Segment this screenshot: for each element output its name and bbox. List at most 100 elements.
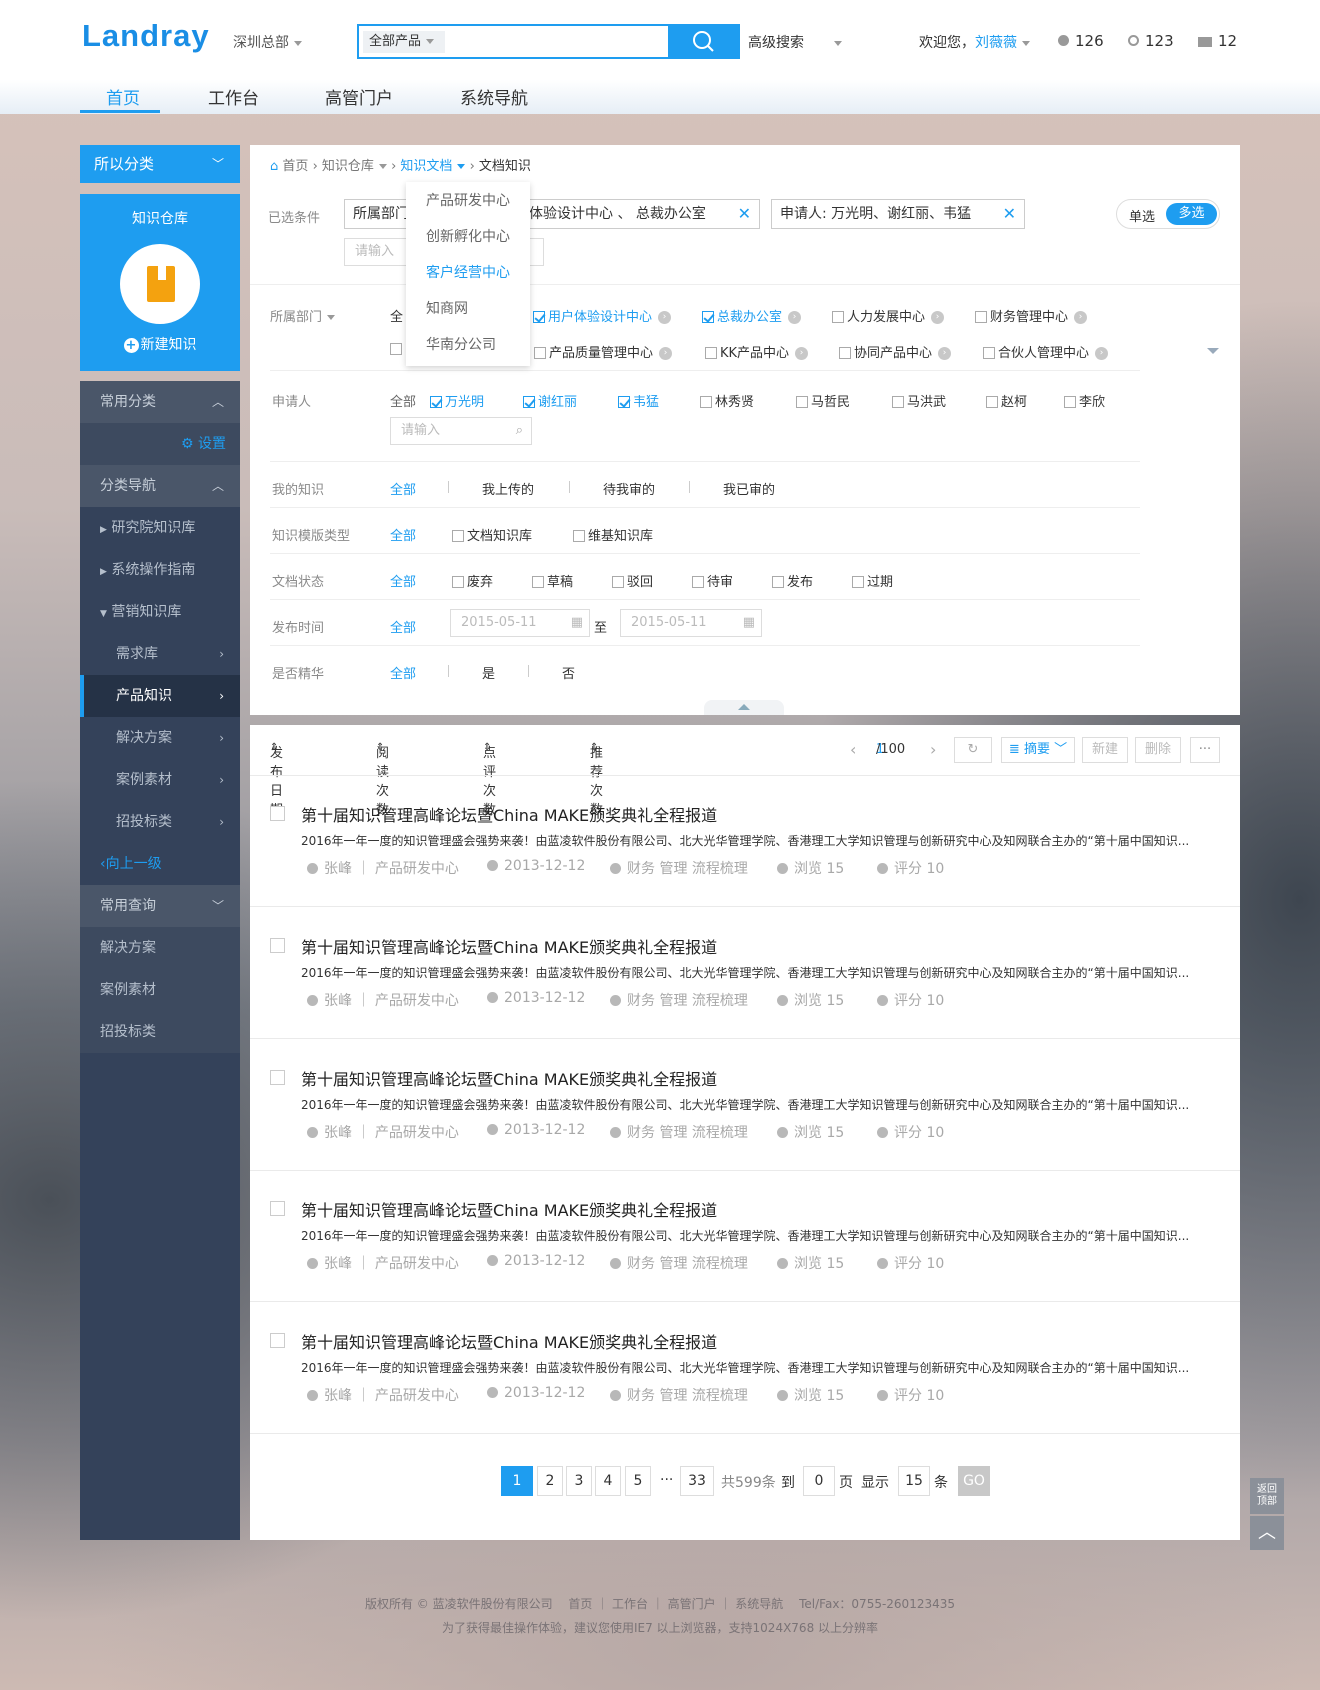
dropdown-item-active[interactable]: 客户经营中心 bbox=[426, 262, 510, 282]
multi-select-option[interactable]: 多选 bbox=[1166, 203, 1217, 225]
time-all[interactable]: 全部 bbox=[390, 617, 416, 636]
advanced-search-link[interactable]: 高级搜索 bbox=[748, 32, 842, 52]
tags-value[interactable]: 财务 管理 流程梳理 bbox=[627, 1125, 748, 1141]
category-dropdown[interactable]: 所以分类 ﹀ bbox=[80, 145, 240, 183]
checkbox[interactable] bbox=[700, 395, 712, 408]
search-input[interactable] bbox=[451, 28, 661, 55]
author-name[interactable]: 张峰 bbox=[324, 1256, 352, 1272]
prev-page-icon[interactable]: ‹ bbox=[850, 740, 856, 759]
chevron-down-icon[interactable] bbox=[1022, 40, 1030, 46]
applicant-all[interactable]: 全部 bbox=[390, 391, 416, 410]
checkbox[interactable] bbox=[612, 575, 624, 588]
page-button[interactable]: 1 bbox=[501, 1466, 533, 1496]
page-button[interactable]: 2 bbox=[537, 1466, 563, 1496]
mine-reviewed[interactable]: 我已审的 bbox=[723, 479, 775, 498]
dept-option-hidden[interactable] bbox=[390, 342, 405, 357]
sidebar-item-research[interactable]: ▶ 研究院知识库 bbox=[80, 507, 240, 549]
single-select-option[interactable]: 单选 bbox=[1129, 206, 1155, 225]
page-button[interactable]: 5 bbox=[625, 1466, 651, 1496]
article-checkbox[interactable] bbox=[270, 1070, 285, 1085]
sidebar-back-up[interactable]: ‹向上一级 bbox=[80, 843, 240, 885]
status-option[interactable]: 发布 bbox=[772, 571, 813, 590]
arrow-right-icon[interactable]: › bbox=[938, 347, 952, 360]
page-button[interactable]: 3 bbox=[566, 1466, 592, 1496]
status-all[interactable]: 全部 bbox=[390, 571, 416, 590]
back-to-top-label[interactable]: 返回顶部 bbox=[1250, 1478, 1284, 1514]
author-dept[interactable]: 产品研发中心 bbox=[375, 1256, 459, 1272]
page-button[interactable]: 4 bbox=[595, 1466, 621, 1496]
author-name[interactable]: 张峰 bbox=[324, 993, 352, 1009]
checkbox[interactable] bbox=[983, 346, 995, 359]
more-button[interactable]: ··· bbox=[1190, 737, 1220, 763]
checkbox[interactable] bbox=[430, 395, 442, 408]
article-title[interactable]: 第十届知识管理高峰论坛暨China MAKE颁奖典礼全程报道 bbox=[301, 1066, 717, 1090]
checkbox[interactable] bbox=[532, 575, 544, 588]
essence-no[interactable]: 否 bbox=[562, 663, 575, 682]
author-name[interactable]: 张峰 bbox=[324, 1125, 352, 1141]
status-option[interactable]: 废弃 bbox=[452, 571, 493, 590]
breadcrumb-warehouse[interactable]: 知识仓库 bbox=[322, 159, 374, 174]
sidebar-item-requirements[interactable]: 需求库 › bbox=[80, 633, 240, 675]
user-name-link[interactable]: 刘薇薇 bbox=[975, 35, 1017, 51]
sidebar-common-categories[interactable]: 常用分类 ︿ bbox=[80, 381, 240, 423]
tags-value[interactable]: 财务 管理 流程梳理 bbox=[627, 1256, 748, 1272]
article-title[interactable]: 第十届知识管理高峰论坛暨China MAKE颁奖典礼全程报道 bbox=[301, 1329, 717, 1353]
dept-option-collab[interactable]: 协同产品中心 › bbox=[839, 342, 952, 361]
breadcrumb-home[interactable]: 首页 bbox=[282, 159, 308, 174]
checkbox[interactable] bbox=[892, 395, 904, 408]
checkbox[interactable] bbox=[534, 346, 546, 359]
checkbox[interactable] bbox=[618, 395, 630, 408]
checkbox[interactable] bbox=[975, 310, 987, 323]
calendar-icon[interactable]: ▦ bbox=[571, 610, 583, 636]
date-to-input[interactable]: 2015-05-11 ▦ bbox=[620, 609, 762, 637]
page-button-last[interactable]: 33 bbox=[680, 1466, 714, 1496]
template-option-wiki[interactable]: 维基知识库 bbox=[573, 525, 653, 544]
page-jump-input[interactable]: 0 bbox=[803, 1466, 835, 1496]
dept-option-hr[interactable]: 人力发展中心 › bbox=[832, 306, 945, 325]
arrow-up-icon[interactable]: ︿ bbox=[1250, 1516, 1284, 1550]
sidebar-settings[interactable]: ⚙ 设置 bbox=[80, 423, 240, 465]
dept-option-ceo-office[interactable]: 总裁办公室 › bbox=[702, 306, 802, 325]
checkbox[interactable] bbox=[852, 575, 864, 588]
sidebar-item-solutions[interactable]: 解决方案 › bbox=[80, 717, 240, 759]
article-title[interactable]: 第十届知识管理高峰论坛暨China MAKE颁奖典礼全程报道 bbox=[301, 802, 717, 826]
dept-option-partner[interactable]: 合伙人管理中心 › bbox=[983, 342, 1109, 361]
expand-more-icon[interactable] bbox=[1207, 348, 1219, 354]
checkbox[interactable] bbox=[702, 310, 714, 323]
view-mode-select[interactable]: ≣ 摘要 ﹀ bbox=[1001, 737, 1075, 763]
sidebar-item-marketing[interactable]: ▼ 营销知识库 bbox=[80, 591, 240, 633]
dept-filter-label[interactable]: 所属部门 bbox=[270, 306, 336, 325]
arrow-right-icon[interactable]: › bbox=[795, 347, 809, 360]
applicant-option[interactable]: 林秀贤 bbox=[700, 391, 754, 410]
calendar-icon[interactable]: ▦ bbox=[743, 610, 755, 636]
article-checkbox[interactable] bbox=[270, 1201, 285, 1216]
checkbox[interactable] bbox=[533, 310, 545, 323]
collapse-handle[interactable] bbox=[704, 700, 784, 715]
arrow-right-icon[interactable]: › bbox=[659, 347, 673, 360]
sidebar-item-bidding[interactable]: 招投标类 › bbox=[80, 801, 240, 843]
applicant-option[interactable]: 万光明 bbox=[430, 391, 484, 410]
nav-exec-portal[interactable]: 高管门户 bbox=[325, 84, 393, 109]
status-option[interactable]: 驳回 bbox=[612, 571, 653, 590]
mail-count[interactable]: 12 bbox=[1198, 32, 1237, 50]
sidebar-item-product-knowledge[interactable]: 产品知识 › bbox=[80, 675, 240, 717]
applicant-option[interactable]: 马哲民 bbox=[796, 391, 850, 410]
dept-option-ux[interactable]: 用户体验设计中心 › bbox=[533, 306, 672, 325]
tags-value[interactable]: 财务 管理 流程梳理 bbox=[627, 993, 748, 1009]
article-title[interactable]: 第十届知识管理高峰论坛暨China MAKE颁奖典礼全程报道 bbox=[301, 1197, 717, 1221]
sidebar-query-cases[interactable]: 案例素材 bbox=[80, 969, 240, 1011]
checkbox[interactable] bbox=[796, 395, 808, 408]
breadcrumb-docs[interactable]: 知识文档 bbox=[400, 159, 452, 174]
checkbox[interactable] bbox=[452, 529, 464, 542]
dept-all[interactable]: 全 bbox=[390, 306, 403, 325]
applicant-search-input[interactable]: 请输入 ⌕ bbox=[390, 417, 532, 445]
checkbox[interactable] bbox=[986, 395, 998, 408]
applicant-option[interactable]: 李欣 bbox=[1064, 391, 1105, 410]
checkbox[interactable] bbox=[523, 395, 535, 408]
author-name[interactable]: 张峰 bbox=[324, 1388, 352, 1404]
tags-value[interactable]: 财务 管理 流程梳理 bbox=[627, 861, 748, 877]
close-icon[interactable]: ✕ bbox=[1003, 200, 1016, 228]
dropdown-item[interactable]: 创新孵化中心 bbox=[426, 226, 510, 246]
dropdown-item[interactable]: 产品研发中心 bbox=[426, 190, 510, 210]
sidebar-category-nav[interactable]: 分类导航 ︿ bbox=[80, 465, 240, 507]
